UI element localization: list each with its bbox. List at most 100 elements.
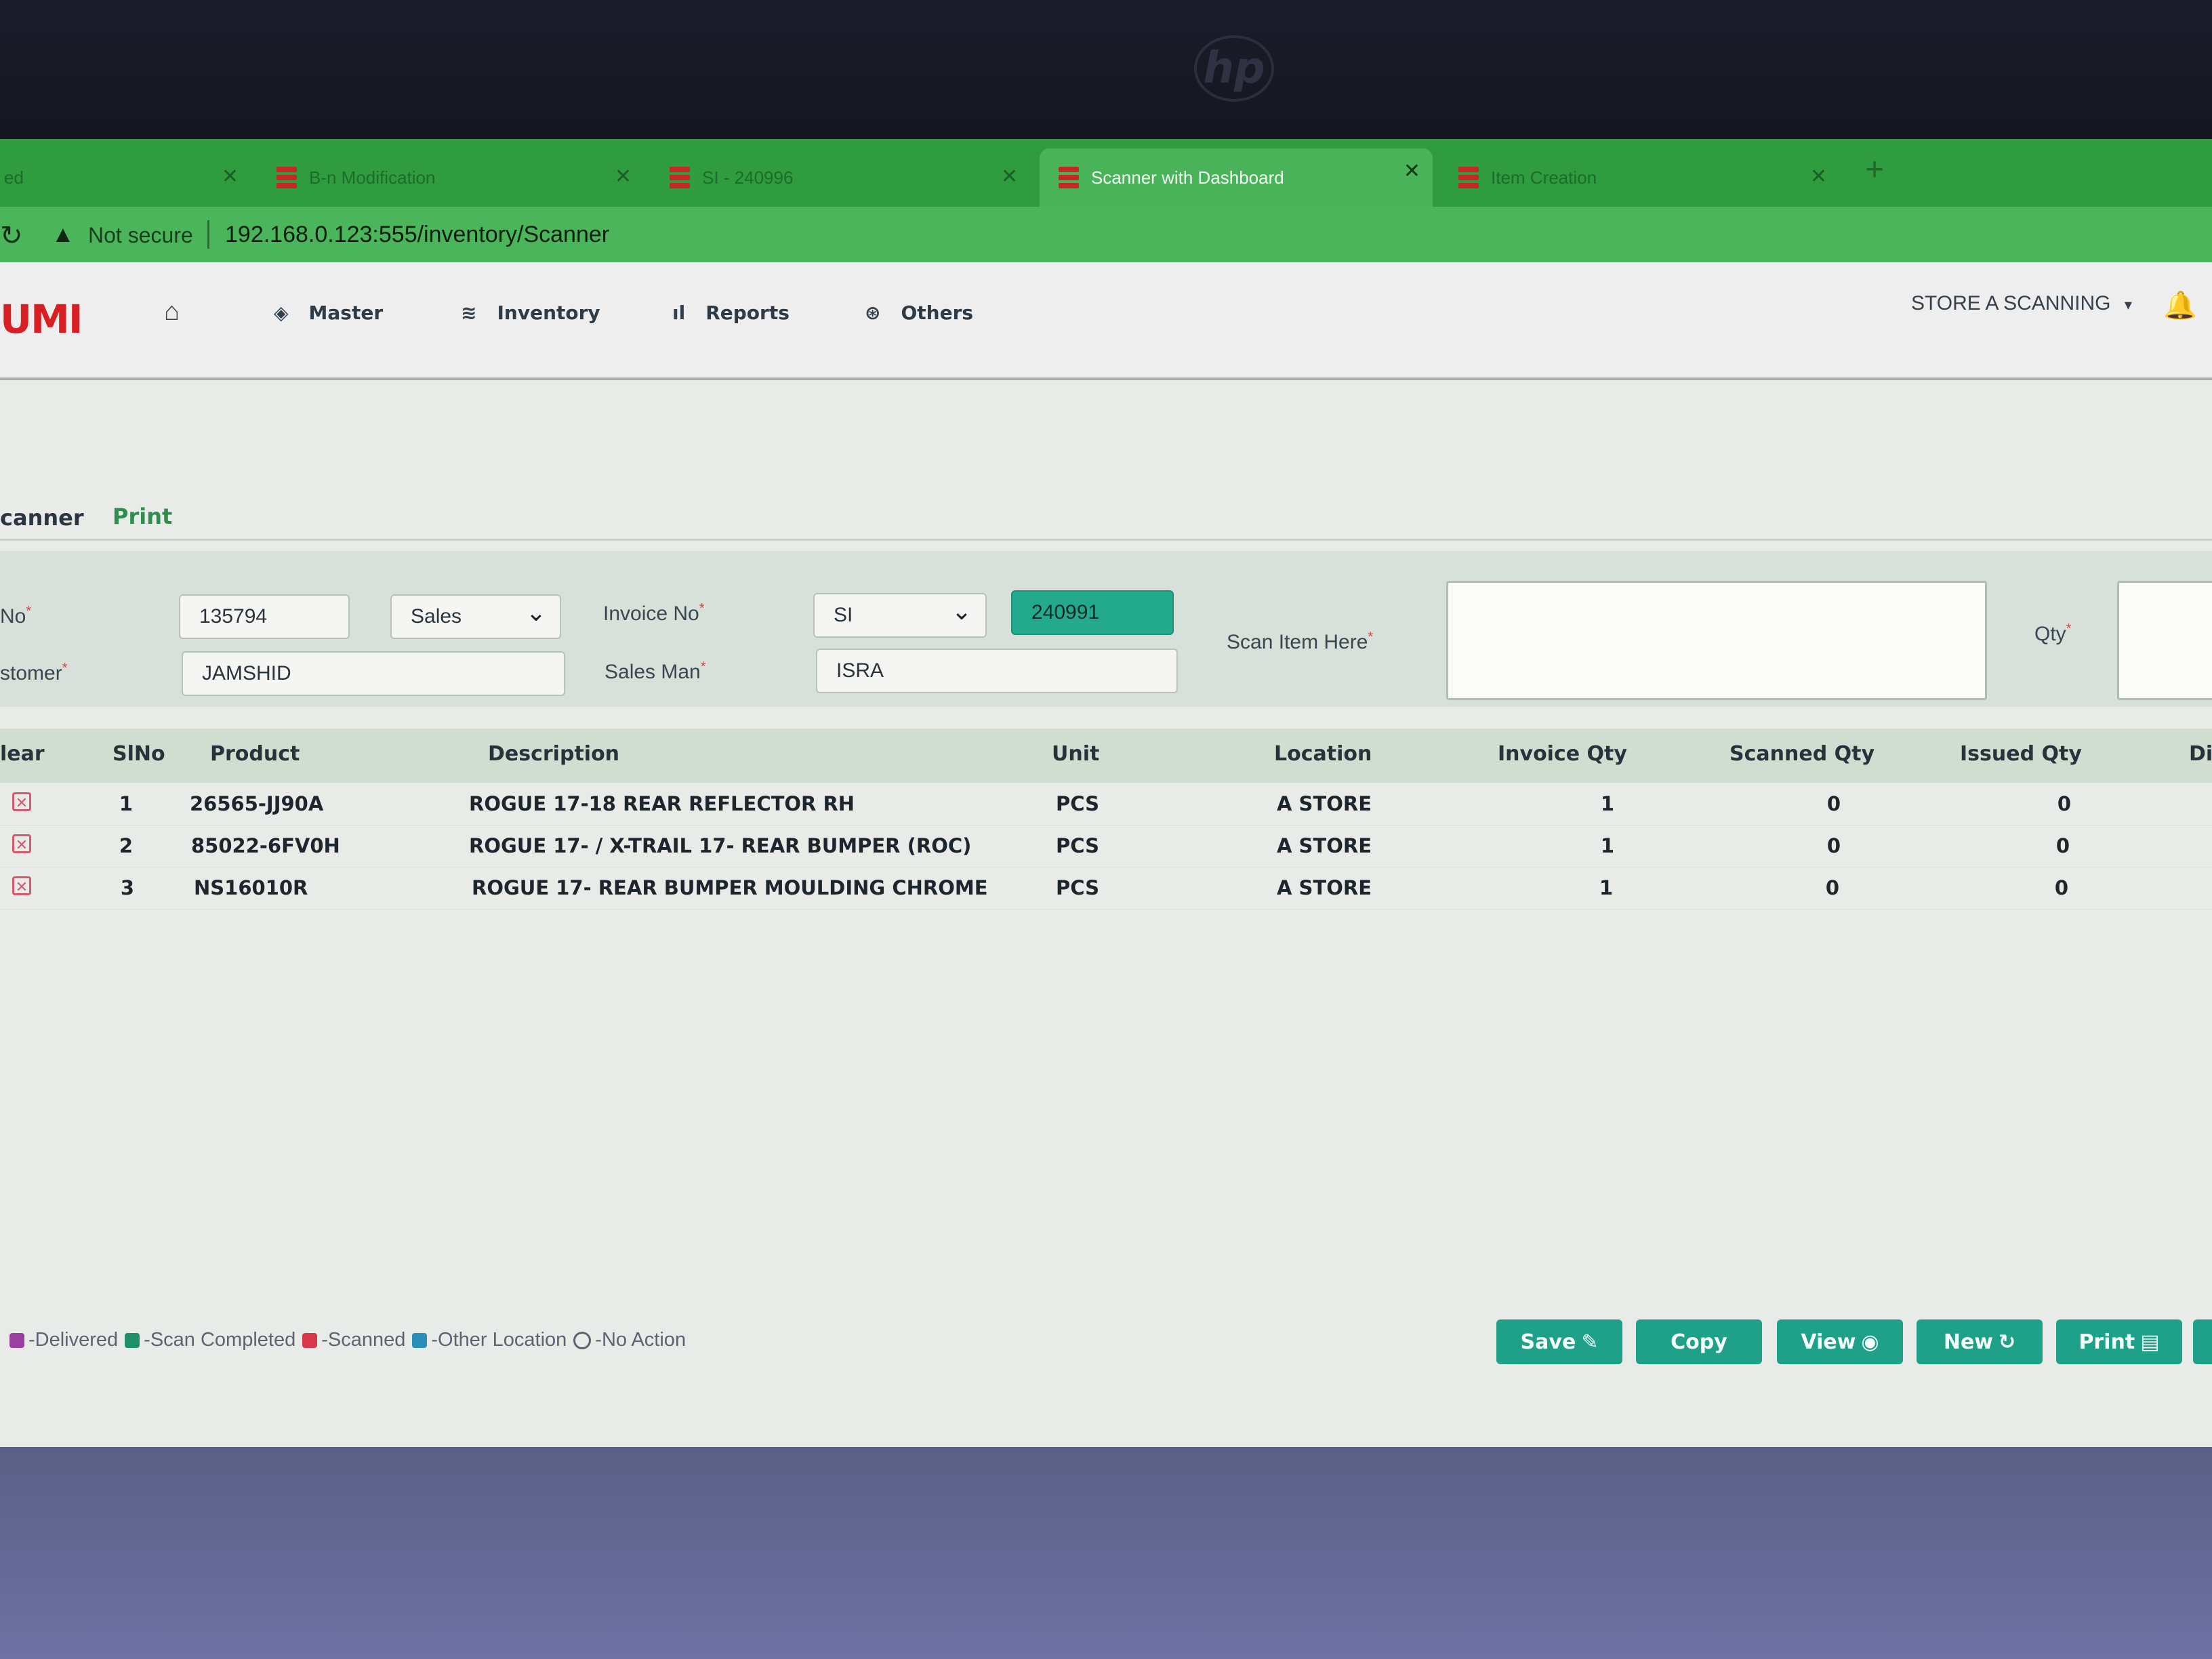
description-cell: ROGUE 17- REAR BUMPER MOULDING CHROME bbox=[472, 876, 988, 899]
invoice-number-field[interactable]: 240991 bbox=[1011, 590, 1174, 635]
browser-tab[interactable]: Item Creation ✕ bbox=[1439, 154, 1839, 201]
refresh-icon: ↻ bbox=[1999, 1330, 2016, 1354]
other-location-swatch bbox=[412, 1332, 428, 1348]
scan-item-label: Scan Item Here* bbox=[1227, 630, 1374, 653]
tab-title: SI - 240996 bbox=[702, 167, 794, 188]
store-dropdown[interactable]: STORE A SCANNING ▾ bbox=[1911, 292, 2132, 315]
app-favicon-icon bbox=[670, 167, 690, 188]
close-icon[interactable]: ✕ bbox=[1810, 165, 1827, 188]
close-icon[interactable]: ✕ bbox=[222, 165, 239, 188]
unit-cell: PCS bbox=[1056, 876, 1099, 899]
sl-no-cell: 3 bbox=[120, 876, 134, 899]
legend-label: -Scan Completed bbox=[144, 1329, 296, 1351]
column-header: Location bbox=[1274, 742, 1372, 766]
extra-button[interactable] bbox=[2193, 1319, 2212, 1364]
url-field[interactable]: 192.168.0.123:555/inventory/Scanner bbox=[225, 222, 609, 248]
column-header: SlNo bbox=[112, 742, 165, 766]
tab-title: ed bbox=[4, 167, 24, 188]
security-label[interactable]: Not secure bbox=[88, 223, 193, 248]
save-button[interactable]: Save ✎ bbox=[1496, 1319, 1622, 1364]
qty-label: Qty* bbox=[2034, 621, 2072, 645]
new-button[interactable]: New ↻ bbox=[1917, 1319, 2043, 1364]
print-button[interactable]: Print ▤ bbox=[2056, 1319, 2182, 1364]
location-cell: A STORE bbox=[1277, 834, 1372, 857]
button-label: New bbox=[1943, 1330, 1994, 1354]
edit-icon: ✎ bbox=[1581, 1330, 1599, 1354]
button-label: Copy bbox=[1671, 1330, 1727, 1354]
description-cell: ROGUE 17-18 REAR REFLECTOR RH bbox=[469, 792, 855, 815]
browser-tab-active[interactable]: Scanner with Dashboard ✕ bbox=[1040, 148, 1433, 207]
document-type-select[interactable]: Sales bbox=[390, 594, 561, 639]
status-legend: -Delivered -Scan Completed -Scanned -Oth… bbox=[9, 1329, 686, 1351]
document-no-field[interactable]: 135794 bbox=[179, 594, 350, 639]
warning-icon[interactable]: ▲ bbox=[52, 222, 75, 248]
nav-label: Others bbox=[901, 302, 974, 324]
scan-item-input[interactable] bbox=[1446, 581, 1987, 700]
table-header: lear SlNo Product Description Unit Locat… bbox=[0, 729, 2212, 783]
column-header: Invoice Qty bbox=[1498, 742, 1627, 766]
bell-icon[interactable]: 🔔 bbox=[2163, 289, 2197, 321]
product-cell: NS16010R bbox=[194, 876, 308, 899]
clear-row-icon[interactable]: ✕ bbox=[12, 834, 31, 853]
nav-label: Master bbox=[308, 302, 384, 324]
button-label: Print bbox=[2078, 1330, 2135, 1354]
table-row[interactable]: ✕ 3 NS16010R ROGUE 17- REAR BUMPER MOULD… bbox=[0, 867, 2212, 909]
tab-scanner[interactable]: canner bbox=[0, 505, 84, 531]
app-header: UMI ⌂ ◈ Master ≋ Inventory ıl Reports ⊛ … bbox=[0, 262, 2212, 380]
new-tab-plus-icon[interactable]: + bbox=[1865, 151, 1884, 188]
legend-label: -Scanned bbox=[321, 1329, 406, 1351]
tab-title: B-n Modification bbox=[309, 167, 436, 188]
address-bar: ↻ ▲ Not secure 192.168.0.123:555/invento… bbox=[0, 207, 2212, 262]
invoice-qty-cell: 1 bbox=[1600, 834, 1614, 857]
invoice-qty-cell: 1 bbox=[1600, 792, 1614, 815]
scanned-qty-cell: 0 bbox=[1826, 834, 1841, 857]
copy-button[interactable]: Copy bbox=[1636, 1319, 1762, 1364]
browser-tab[interactable]: ed ✕ bbox=[0, 154, 251, 201]
hp-logo-icon: hp bbox=[1194, 35, 1274, 102]
sl-no-cell: 1 bbox=[119, 792, 133, 815]
browser-tab[interactable]: SI - 240996 ✕ bbox=[651, 154, 1030, 201]
table-row[interactable]: ✕ 1 26565-JJ90A ROGUE 17-18 REAR REFLECT… bbox=[0, 783, 2212, 825]
app-favicon-icon bbox=[276, 167, 297, 188]
nav-master[interactable]: ◈ Master bbox=[274, 302, 383, 324]
close-icon[interactable]: ✕ bbox=[1404, 159, 1420, 183]
home-icon[interactable]: ⌂ bbox=[164, 298, 180, 327]
app-logo: UMI bbox=[0, 296, 83, 342]
qty-input[interactable] bbox=[2117, 581, 2212, 700]
sl-no-cell: 2 bbox=[119, 834, 133, 857]
clear-row-icon[interactable]: ✕ bbox=[12, 876, 31, 895]
customer-field[interactable]: JAMSHID bbox=[182, 651, 565, 696]
table-row[interactable]: ✕ 2 85022-6FV0H ROGUE 17- / X-TRAIL 17- … bbox=[0, 825, 2212, 867]
close-icon[interactable]: ✕ bbox=[1001, 165, 1018, 188]
nav-inventory[interactable]: ≋ Inventory bbox=[461, 302, 600, 324]
nav-reports[interactable]: ıl Reports bbox=[672, 302, 790, 324]
tab-title: Scanner with Dashboard bbox=[1091, 167, 1284, 188]
close-icon[interactable]: ✕ bbox=[615, 165, 632, 188]
tab-print[interactable]: Print bbox=[112, 504, 172, 529]
column-header: Unit bbox=[1052, 742, 1100, 766]
cube-icon: ◈ bbox=[274, 302, 289, 324]
invoice-qty-cell: 1 bbox=[1599, 876, 1613, 899]
scanned-swatch bbox=[302, 1332, 318, 1348]
location-cell: A STORE bbox=[1277, 792, 1372, 815]
issued-qty-cell: 0 bbox=[2057, 792, 2071, 815]
salesman-label: Sales Man* bbox=[605, 659, 706, 683]
salesman-field[interactable]: ISRA bbox=[816, 649, 1178, 693]
customer-label: stomer* bbox=[0, 661, 68, 684]
settings-wheel-icon: ⊛ bbox=[865, 302, 881, 324]
reload-icon[interactable]: ↻ bbox=[0, 220, 23, 251]
scan-form: No* 135794 Sales Invoice No* SI 240991 s… bbox=[0, 551, 2212, 707]
view-button[interactable]: View ◉ bbox=[1777, 1319, 1903, 1364]
clear-row-icon[interactable]: ✕ bbox=[12, 792, 31, 811]
delivered-swatch bbox=[9, 1332, 24, 1348]
column-header: lear bbox=[0, 742, 45, 766]
browser-tab[interactable]: B-n Modification ✕ bbox=[258, 154, 644, 201]
product-cell: 26565-JJ90A bbox=[190, 792, 324, 815]
column-header: Description bbox=[488, 742, 620, 766]
selected-value: Sales bbox=[411, 605, 462, 628]
eye-icon: ◉ bbox=[1861, 1330, 1879, 1354]
column-header: Product bbox=[210, 742, 300, 766]
invoice-prefix-select[interactable]: SI bbox=[813, 593, 987, 638]
nav-others[interactable]: ⊛ Others bbox=[865, 302, 973, 324]
bar-chart-icon: ıl bbox=[672, 302, 686, 324]
